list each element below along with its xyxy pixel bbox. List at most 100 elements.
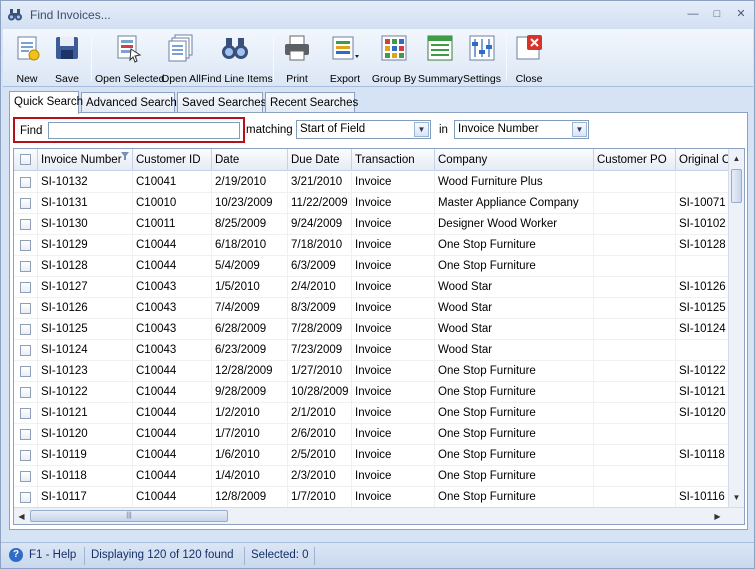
- new-button[interactable]: New: [7, 33, 47, 85]
- transaction-cell: Invoice: [352, 214, 435, 235]
- row-checkbox[interactable]: [20, 366, 31, 377]
- column-header-due-date[interactable]: Due Date: [288, 149, 352, 171]
- table-row[interactable]: SI-10122 C10044 9/28/2009 10/28/2009 Invoice…: [14, 382, 729, 403]
- maximize-button[interactable]: □: [709, 7, 725, 21]
- open-all-icon: [168, 34, 193, 62]
- customer-id-cell: C10044: [133, 382, 212, 403]
- minimize-button[interactable]: —: [685, 7, 701, 21]
- row-checkbox[interactable]: [20, 177, 31, 188]
- table-row[interactable]: SI-10126 C10043 7/4/2009 8/3/2009 Invoice Woo…: [14, 298, 729, 319]
- column-header-original-order[interactable]: Original Or: [676, 149, 729, 171]
- column-header-date[interactable]: Date: [212, 149, 288, 171]
- row-checkbox[interactable]: [20, 471, 31, 482]
- matching-select[interactable]: Start of Field ▼: [296, 120, 431, 139]
- table-row[interactable]: SI-10130 C10011 8/25/2009 9/24/2009 Invoice D…: [14, 214, 729, 235]
- date-cell: 6/28/2009: [212, 319, 288, 340]
- open-all-button[interactable]: Open All: [161, 33, 201, 85]
- find-input[interactable]: [48, 122, 240, 139]
- scroll-right-icon[interactable]: ▶: [710, 509, 725, 524]
- open-selected-button[interactable]: Open Selected: [95, 33, 164, 85]
- tab-recent-searches[interactable]: Recent Searches: [265, 92, 358, 113]
- row-checkbox[interactable]: [20, 240, 31, 251]
- table-row[interactable]: SI-10124 C10043 6/23/2009 7/23/2009 Invoice W…: [14, 340, 729, 361]
- settings-button[interactable]: Settings: [462, 33, 502, 85]
- select-all-checkbox[interactable]: [20, 154, 31, 165]
- table-row[interactable]: SI-10117 C10044 12/8/2009 1/7/2010 Invoice On…: [14, 487, 729, 508]
- status-separator: [244, 547, 245, 565]
- row-checkbox[interactable]: [20, 408, 31, 419]
- close-button[interactable]: Close: [510, 33, 548, 85]
- print-button[interactable]: Print: [278, 33, 316, 85]
- column-header-transaction[interactable]: Transaction: [352, 149, 435, 171]
- save-button[interactable]: Save: [47, 33, 87, 85]
- scroll-left-icon[interactable]: ◀: [14, 509, 29, 524]
- column-header-invoice-number[interactable]: Invoice Number: [38, 149, 133, 171]
- row-checkbox[interactable]: [20, 198, 31, 209]
- scroll-down-icon[interactable]: ▼: [729, 490, 744, 505]
- row-checkbox[interactable]: [20, 492, 31, 503]
- row-checkbox[interactable]: [20, 261, 31, 272]
- vertical-scroll-thumb[interactable]: [731, 169, 742, 203]
- filter-icon[interactable]: [121, 152, 129, 160]
- close-window-button[interactable]: ✕: [733, 7, 749, 21]
- find-line-items-button[interactable]: Find Line Items: [201, 33, 273, 85]
- customer-id-cell: C10041: [133, 172, 212, 193]
- table-row[interactable]: SI-10131 C10010 10/23/2009 11/22/2009 Invoic…: [14, 193, 729, 214]
- row-checkbox[interactable]: [20, 450, 31, 461]
- company-cell: One Stop Furniture: [435, 424, 594, 445]
- customer-po-cell: [594, 487, 676, 508]
- close-icon: [516, 35, 542, 60]
- column-header-company[interactable]: Company: [435, 149, 594, 171]
- date-cell: 12/8/2009: [212, 487, 288, 508]
- company-cell: Wood Star: [435, 277, 594, 298]
- table-row[interactable]: SI-10123 C10044 12/28/2009 1/27/2010 Invoice…: [14, 361, 729, 382]
- column-header-customer-id[interactable]: Customer ID: [133, 149, 212, 171]
- table-row[interactable]: SI-10121 C10044 1/2/2010 2/1/2010 Invoice One…: [14, 403, 729, 424]
- table-row[interactable]: SI-10127 C10043 1/5/2010 2/4/2010 Invoice Woo…: [14, 277, 729, 298]
- row-checkbox[interactable]: [20, 303, 31, 314]
- row-checkbox[interactable]: [20, 282, 31, 293]
- company-cell: Wood Star: [435, 298, 594, 319]
- vertical-scrollbar[interactable]: ▲ ▼: [728, 149, 744, 507]
- customer-po-cell: [594, 340, 676, 361]
- horizontal-scroll-thumb[interactable]: |||: [30, 510, 228, 522]
- table-row[interactable]: SI-10129 C10044 6/18/2010 7/18/2010 Invoice O…: [14, 235, 729, 256]
- customer-po-cell: [594, 382, 676, 403]
- tab-saved-searches[interactable]: Saved Searches: [177, 92, 266, 113]
- help-hint[interactable]: F1 - Help: [29, 549, 76, 561]
- customer-id-cell: C10044: [133, 403, 212, 424]
- customer-id-cell: C10044: [133, 466, 212, 487]
- tab-quick-search[interactable]: Quick Search: [9, 91, 83, 114]
- export-button[interactable]: Export: [319, 33, 371, 85]
- date-cell: 1/4/2010: [212, 466, 288, 487]
- table-row[interactable]: SI-10125 C10043 6/28/2009 7/28/2009 Invoice W…: [14, 319, 729, 340]
- transaction-cell: Invoice: [352, 172, 435, 193]
- row-checkbox[interactable]: [20, 345, 31, 356]
- summary-button[interactable]: Summary: [418, 33, 463, 85]
- table-row[interactable]: SI-10119 C10044 1/6/2010 2/5/2010 Invoice One…: [14, 445, 729, 466]
- horizontal-scrollbar[interactable]: ◀ ||| ▶: [14, 507, 744, 524]
- date-cell: 1/5/2010: [212, 277, 288, 298]
- table-row[interactable]: SI-10120 C10044 1/7/2010 2/6/2010 Invoice One…: [14, 424, 729, 445]
- help-icon[interactable]: ?: [9, 548, 23, 562]
- original-order-cell: SI-10102: [676, 214, 729, 235]
- invoice-number-cell: SI-10129: [38, 235, 133, 256]
- tab-advanced-search[interactable]: Advanced Search: [81, 92, 177, 113]
- customer-id-cell: C10043: [133, 340, 212, 361]
- table-row[interactable]: SI-10128 C10044 5/4/2009 6/3/2009 Invoice One…: [14, 256, 729, 277]
- date-cell: 12/28/2009: [212, 361, 288, 382]
- field-select[interactable]: Invoice Number ▼: [454, 120, 589, 139]
- invoice-number-cell: SI-10118: [38, 466, 133, 487]
- transaction-cell: Invoice: [352, 382, 435, 403]
- row-checkbox[interactable]: [20, 324, 31, 335]
- scroll-up-icon[interactable]: ▲: [729, 151, 744, 166]
- row-checkbox[interactable]: [20, 387, 31, 398]
- transaction-cell: Invoice: [352, 403, 435, 424]
- column-header-customer-po[interactable]: Customer PO: [594, 149, 676, 171]
- table-row[interactable]: SI-10132 C10041 2/19/2010 3/21/2010 Invoice W…: [14, 172, 729, 193]
- row-checkbox[interactable]: [20, 429, 31, 440]
- select-all-cell: [14, 149, 38, 171]
- row-checkbox[interactable]: [20, 219, 31, 230]
- table-row[interactable]: SI-10118 C10044 1/4/2010 2/3/2010 Invoice One…: [14, 466, 729, 487]
- group-by-button[interactable]: Group By: [371, 33, 417, 85]
